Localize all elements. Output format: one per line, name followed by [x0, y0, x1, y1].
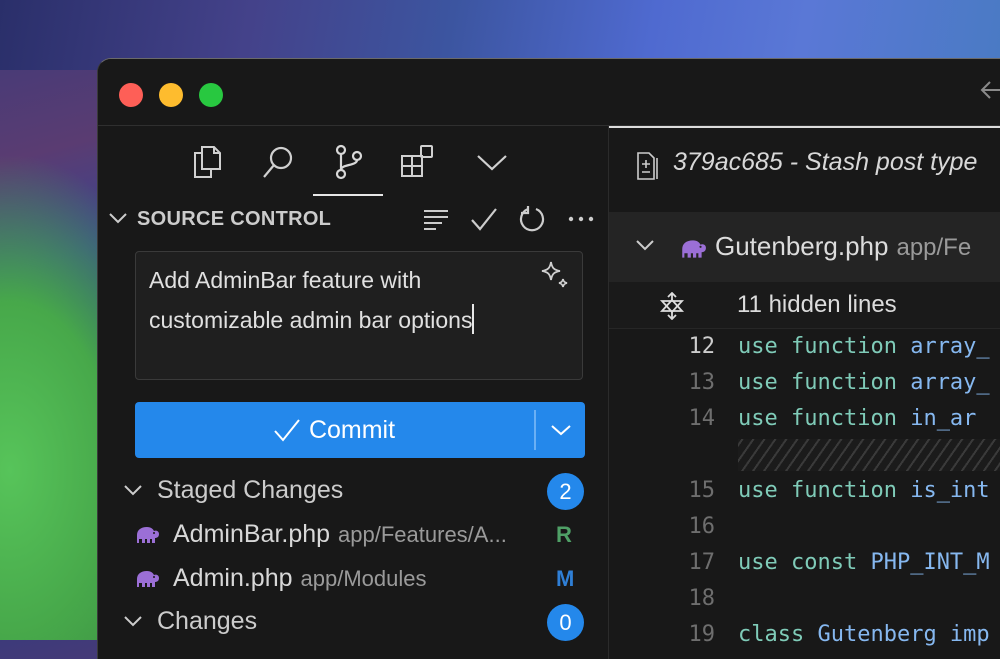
code-line[interactable]: 18 [609, 581, 1000, 617]
source-control-title: SOURCE CONTROL [137, 208, 332, 230]
file-name: Gutenberg.php [715, 231, 889, 261]
commit-message-input[interactable]: Add AdminBar feature with customizable a… [135, 251, 583, 380]
chevron-down-icon[interactable] [123, 612, 143, 635]
identifier-token: array_ [896, 370, 990, 395]
more-actions-icon[interactable] [566, 204, 596, 234]
source-control-icon[interactable] [328, 142, 368, 182]
file-path: app/Features/A... [338, 522, 507, 547]
zoom-window-button[interactable] [199, 83, 223, 107]
text-caret [472, 304, 475, 334]
sidebar: SOURCE CONTROL Add AdminBar feature with… [98, 126, 609, 659]
group-label: Staged Changes [157, 476, 344, 504]
check-icon [274, 419, 300, 442]
commit-options-dropdown[interactable] [536, 402, 585, 458]
chevron-down-icon[interactable] [472, 142, 512, 182]
chevron-down-icon [550, 425, 571, 436]
identifier-token: is_int [896, 478, 990, 503]
diff-file-header[interactable]: Gutenberg.php app/Fe [609, 212, 1000, 282]
keyword-token: use function [738, 334, 897, 359]
arrow-left-icon[interactable] [978, 77, 1000, 110]
extensions-icon[interactable] [397, 142, 437, 182]
file-name: AdminBar.php [173, 520, 331, 548]
file-item[interactable]: Admin.php app/Modules M [98, 560, 608, 600]
source-control-header[interactable]: SOURCE CONTROL [98, 202, 608, 238]
line-number: 17 [688, 550, 716, 575]
file-name: Admin.php [173, 564, 293, 592]
line-number: 19 [688, 622, 716, 647]
view-as-tree-icon[interactable] [421, 204, 451, 234]
unfold-icon[interactable] [659, 291, 685, 325]
php-elephant-icon [134, 569, 160, 594]
file-status-modified: M [556, 566, 575, 591]
deleted-placeholder-line[interactable] [609, 437, 1000, 473]
code-view[interactable]: 12 use function array_ 13 use function arra… [609, 329, 1000, 653]
file-path: app/Modules [300, 566, 427, 591]
chevron-down-icon[interactable] [108, 208, 128, 233]
minimize-window-button[interactable] [159, 83, 183, 107]
keyword-token: use function [738, 406, 897, 431]
code-line[interactable]: 12 use function array_ [609, 329, 1000, 365]
identifier-token: PHP_INT_M [857, 550, 990, 575]
commit-check-icon[interactable] [469, 204, 499, 234]
active-view-indicator [313, 194, 383, 196]
files-icon[interactable] [188, 142, 228, 182]
line-number: 13 [688, 370, 716, 395]
line-number: 12 [688, 334, 716, 359]
identifier-token: Gutenberg imp [804, 622, 990, 647]
code-line[interactable]: 13 use function array_ [609, 365, 1000, 401]
editor-area: 379ac685 - Stash post type Gutenberg.php… [609, 126, 1000, 659]
count-badge: 0 [547, 604, 584, 641]
file-path: app/Fe [896, 234, 972, 261]
diff-hatch-fill [738, 439, 1000, 471]
code-line[interactable]: 15 use function is_int [609, 473, 1000, 509]
diff-file-icon [637, 152, 659, 185]
hidden-lines-label: 11 hidden lines [737, 291, 897, 318]
close-window-button[interactable] [119, 83, 143, 107]
vscode-window: SOURCE CONTROL Add AdminBar feature with… [97, 58, 1000, 659]
chevron-down-icon[interactable] [123, 481, 143, 504]
keyword-token: use function [738, 478, 897, 503]
identifier-token: in_ar [896, 406, 977, 431]
line-number: 18 [688, 586, 716, 611]
keyword-token: use const [738, 550, 858, 575]
title-bar [98, 59, 1000, 126]
file-status-renamed: R [556, 522, 572, 547]
group-label: Changes [157, 607, 258, 635]
commit-message-text: Add AdminBar feature with customizable a… [149, 267, 473, 333]
hidden-lines-row[interactable]: 11 hidden lines [609, 282, 1000, 329]
code-line[interactable]: 19 class Gutenberg imp [609, 617, 1000, 653]
line-number: 15 [688, 478, 716, 503]
refresh-icon[interactable] [517, 204, 547, 234]
commit-button[interactable]: Commit [135, 402, 533, 458]
code-line[interactable]: 14 use function in_ar [609, 401, 1000, 437]
sparkle-icon[interactable] [538, 260, 570, 297]
search-icon[interactable] [258, 142, 298, 182]
chevron-down-icon[interactable] [635, 236, 655, 259]
changes-group[interactable]: Changes 0 [98, 602, 608, 642]
activity-bar [98, 126, 608, 198]
code-line[interactable]: 17 use const PHP_INT_M [609, 545, 1000, 581]
commit-label: Commit [308, 415, 396, 444]
php-elephant-icon [134, 525, 160, 550]
editor-tab[interactable]: 379ac685 - Stash post type [609, 126, 1000, 210]
line-number: 16 [688, 514, 716, 539]
keyword-token: class [738, 622, 805, 647]
line-number: 14 [688, 406, 716, 431]
keyword-token: use function [738, 370, 897, 395]
php-elephant-icon [679, 238, 707, 265]
tab-title: 379ac685 - Stash post type [673, 148, 978, 176]
code-line[interactable]: 16 [609, 509, 1000, 545]
staged-changes-group[interactable]: Staged Changes 2 [98, 471, 608, 511]
identifier-token: array_ [896, 334, 990, 359]
count-badge: 2 [547, 473, 584, 510]
file-item[interactable]: AdminBar.php app/Features/A... R [98, 516, 608, 556]
commit-button-group: Commit [135, 402, 585, 458]
